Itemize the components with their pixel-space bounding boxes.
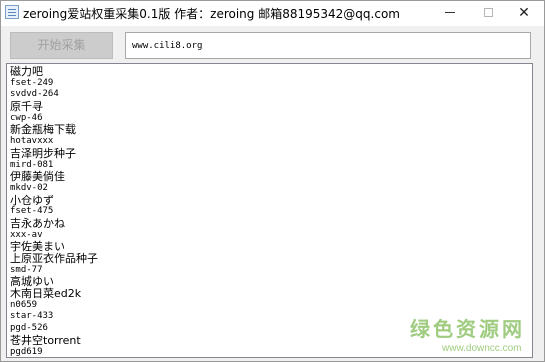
close-button[interactable]: ✕ [507, 1, 541, 26]
output-line: 伊藤美倘佳 [10, 170, 65, 184]
output-line: mird-081 [10, 159, 54, 170]
output-line: mkdv-02 [10, 182, 48, 193]
minimize-button[interactable] [433, 1, 467, 26]
output-line: fset-475 [10, 206, 54, 217]
output-line: fset-249 [10, 77, 54, 88]
start-collect-button[interactable]: 开始采集 [10, 32, 113, 59]
watermark-text: 绿色资源网 [410, 317, 525, 341]
output-line: n0659 [10, 299, 38, 310]
minimize-icon [445, 12, 455, 13]
output-line: 原千寻 [10, 100, 43, 114]
url-input[interactable]: www.cili8.org [125, 32, 531, 59]
maximize-button[interactable] [471, 1, 505, 26]
output-line: xxx-av [10, 229, 43, 240]
app-icon [5, 5, 19, 19]
output-line: hotavxxx [10, 136, 54, 147]
app-window: zeroing爱站权重采集0.1版 作者：zeroing 邮箱88195342@… [0, 0, 545, 362]
output-line: svdvd-264 [10, 89, 59, 100]
output-line: smd-77 [10, 264, 43, 275]
output-line: 小仓ゆず [10, 193, 54, 207]
output-line: 新金瓶梅下载 [10, 123, 76, 137]
output-line: 高城ゆい [10, 275, 54, 289]
output-line: cwp-46 [10, 112, 43, 123]
output-line: 吉泽明步种子 [10, 146, 76, 160]
output-line: 木南日菜ed2k [10, 287, 82, 301]
maximize-icon [483, 8, 493, 17]
output-line: 吉永あかね [10, 216, 65, 230]
output-line: 磁力吧 [10, 65, 43, 78]
window-title: zeroing爱站权重采集0.1版 作者：zeroing 邮箱88195342@… [23, 7, 400, 21]
watermark: 绿色资源网 www.downcc.com [410, 313, 535, 358]
output-line: 上原亚衣作品种子 [10, 252, 98, 265]
watermark-url: www.downcc.com [442, 343, 522, 354]
close-icon: ✕ [518, 5, 530, 21]
title-bar[interactable]: zeroing爱站权重采集0.1版 作者：zeroing 邮箱88195342@… [1, 1, 544, 26]
